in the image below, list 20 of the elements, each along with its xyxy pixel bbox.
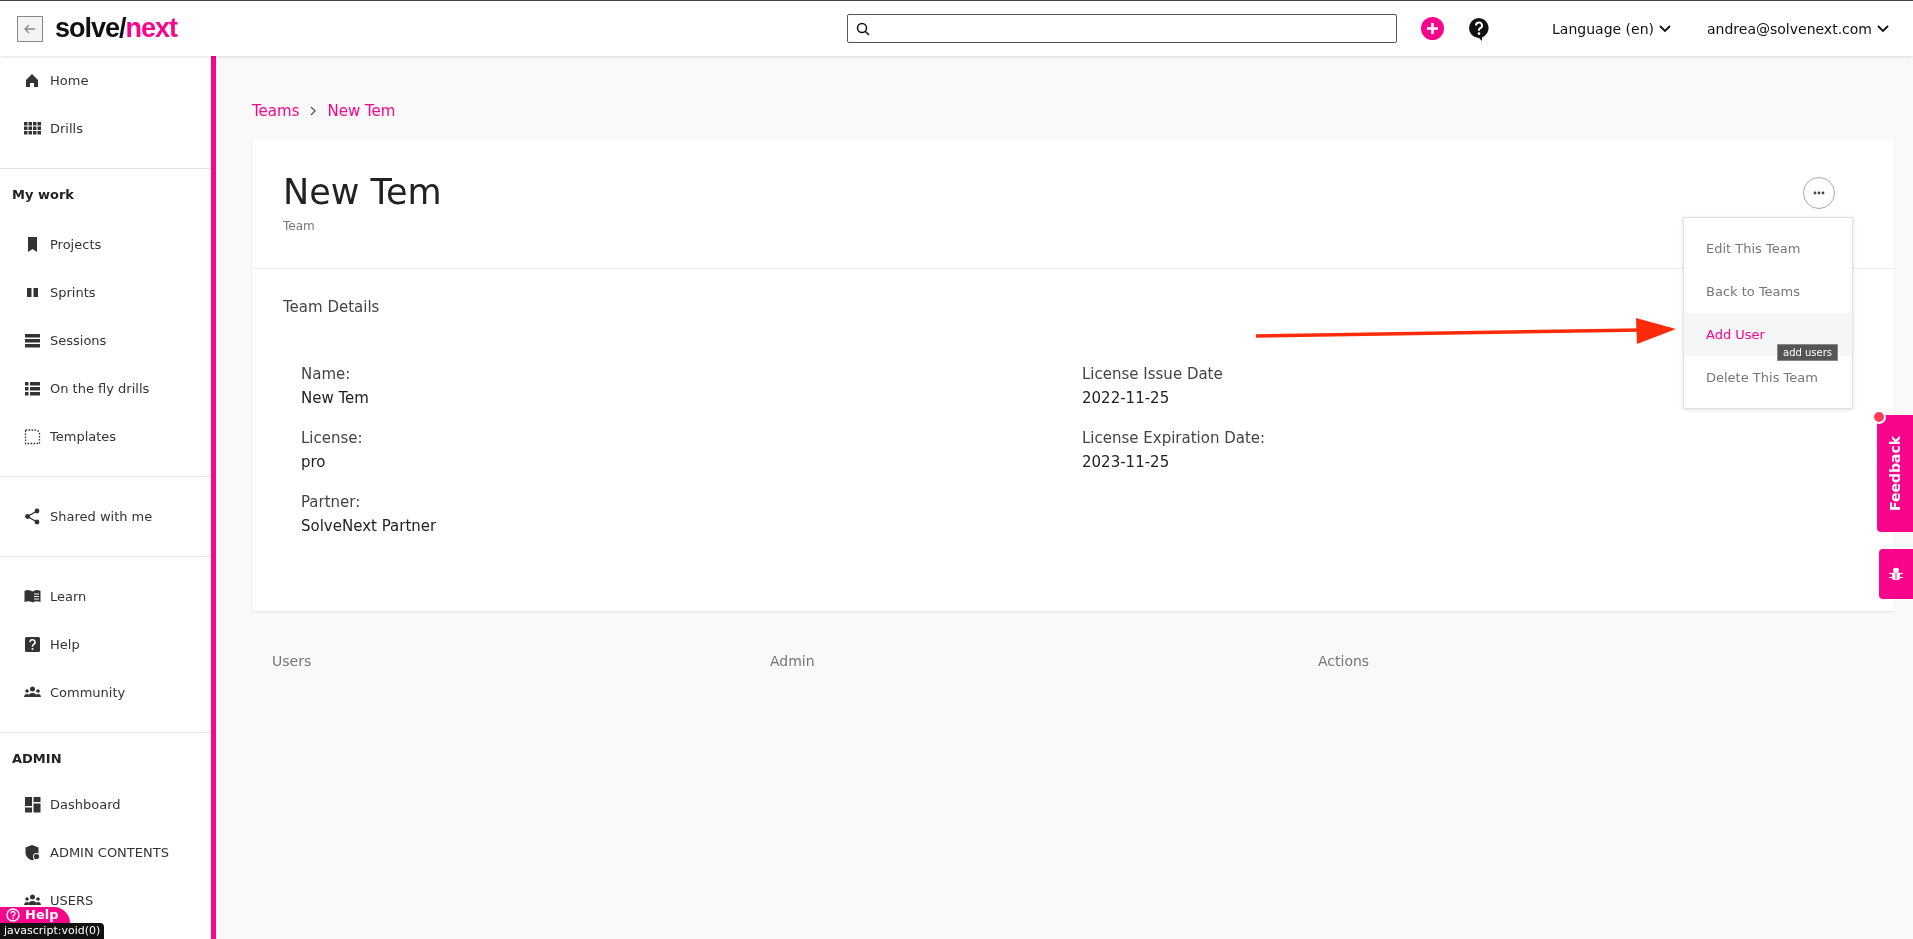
field-value: 2023-11-25 — [1082, 452, 1170, 472]
section-heading: ADMIN — [11, 750, 63, 768]
section-heading: My work — [11, 186, 75, 204]
field-label: License: — [301, 428, 363, 448]
field-label: License Issue Date — [1082, 364, 1223, 384]
page-subtitle: Team — [283, 219, 316, 233]
field-label: Name: — [301, 364, 351, 384]
field-value: pro — [301, 452, 326, 472]
field-value: New Tem — [301, 388, 369, 408]
field-label: Partner: — [301, 492, 361, 512]
column-header: Admin — [770, 653, 816, 669]
field-label: License Expiration Date: — [1082, 428, 1266, 448]
column-header: Actions — [1318, 653, 1370, 669]
field-value: 2022-11-25 — [1082, 388, 1170, 408]
column-header: Users — [272, 653, 313, 669]
field-value: SolveNext Partner — [301, 516, 437, 536]
page-title: New Tem — [283, 171, 442, 214]
section-title: Team Details — [283, 297, 381, 317]
tooltip: add users — [1777, 344, 1839, 361]
status-bar-url: javascript:void(0) — [0, 923, 105, 939]
